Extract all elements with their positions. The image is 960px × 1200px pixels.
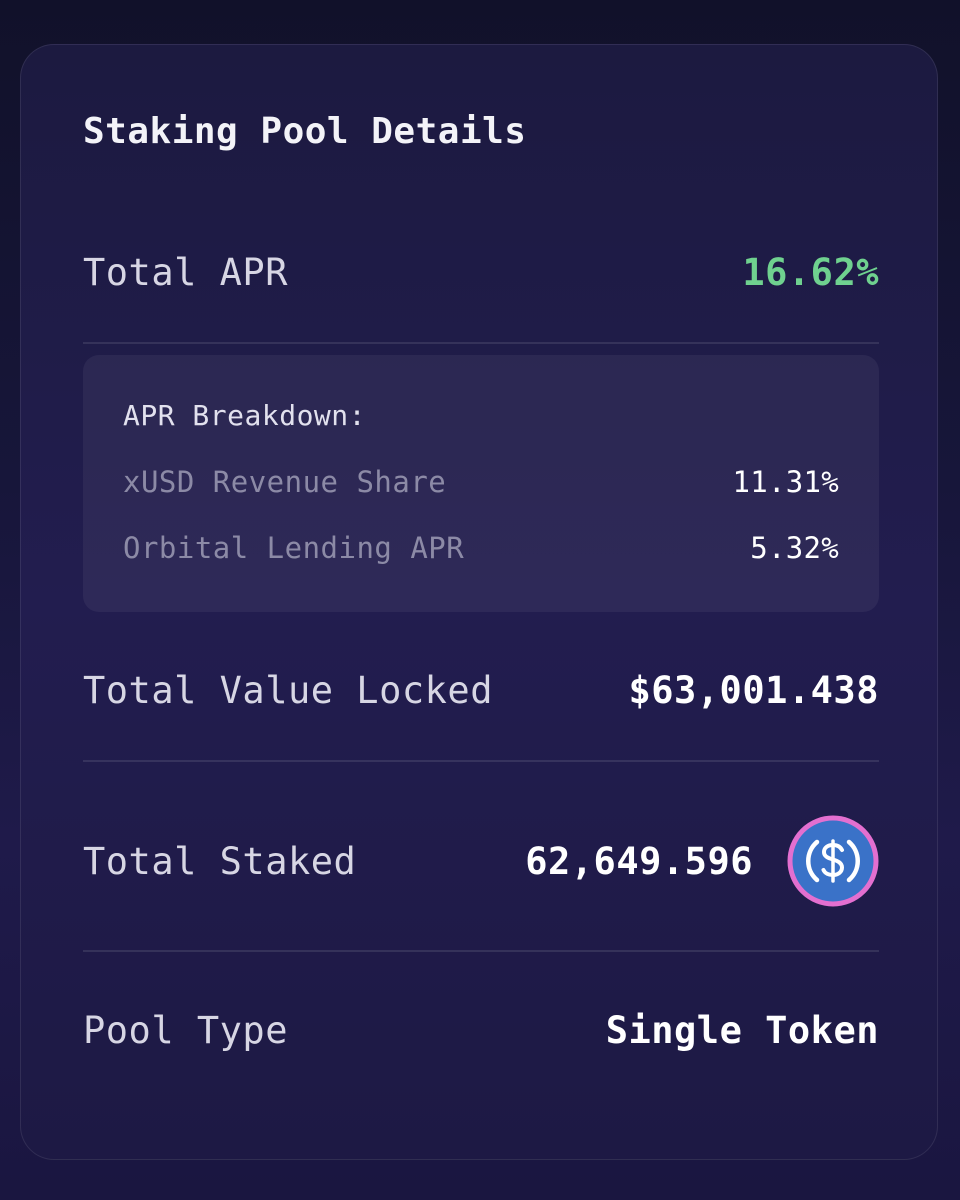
pool-type-row: Pool Type Single Token [83,1009,879,1052]
total-staked-value-group: 62,649.596 [525,815,879,907]
total-apr-row: Total APR 16.62% [83,251,879,294]
total-staked-row: Total Staked 62,649.596 [83,815,879,907]
usdc-dollar-icon [787,815,879,907]
apr-breakdown-title: APR Breakdown: [123,399,367,432]
total-staked-label: Total Staked [83,839,357,883]
pool-type-label: Pool Type [83,1009,288,1052]
breakdown-item: xUSD Revenue Share 11.31% [123,465,839,499]
apr-breakdown-panel: APR Breakdown: xUSD Revenue Share 11.31%… [83,355,879,612]
total-apr-label: Total APR [83,251,288,294]
total-staked-value: 62,649.596 [525,839,753,883]
staking-pool-card: Staking Pool Details Total APR 16.62% AP… [20,44,938,1160]
breakdown-item-label: Orbital Lending APR [123,531,465,565]
breakdown-item: Orbital Lending APR 5.32% [123,531,839,565]
divider [83,950,879,952]
breakdown-item-value: 11.31% [732,465,839,499]
divider [83,342,879,344]
tvl-value: $63,001.438 [628,669,879,712]
total-apr-value: 16.62% [742,251,879,294]
card-title: Staking Pool Details [83,111,527,152]
tvl-row: Total Value Locked $63,001.438 [83,669,879,712]
breakdown-item-value: 5.32% [750,531,839,565]
pool-type-value: Single Token [605,1009,879,1052]
breakdown-item-label: xUSD Revenue Share [123,465,447,499]
divider [83,760,879,762]
tvl-label: Total Value Locked [83,669,493,712]
